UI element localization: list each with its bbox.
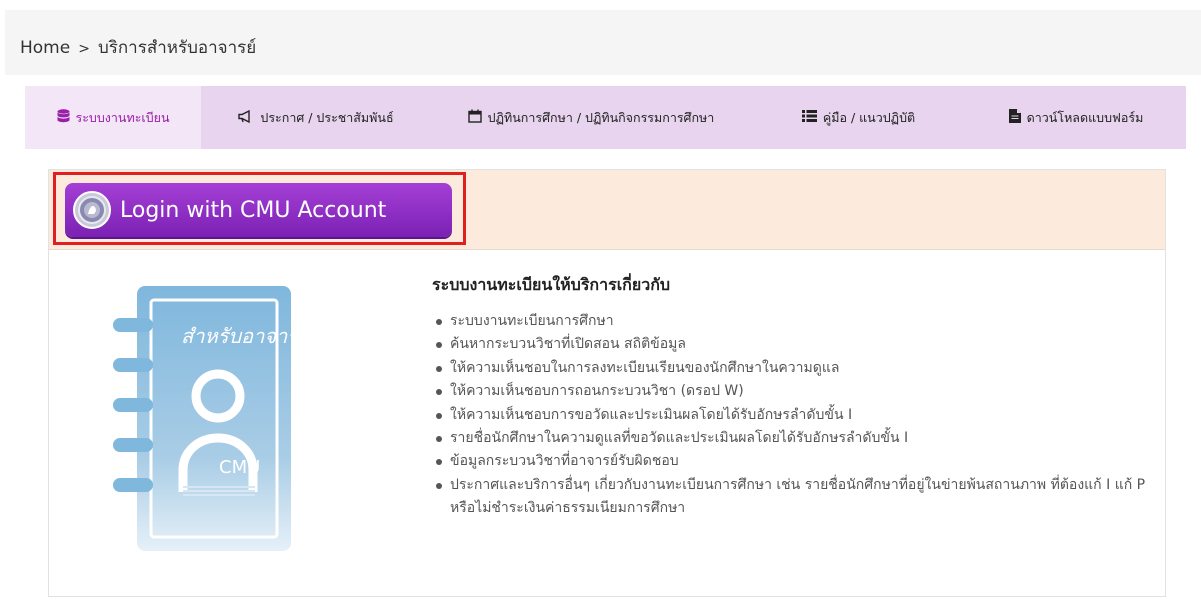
illustration-brand: CMU bbox=[219, 457, 261, 478]
breadcrumb: Home > บริการสำหรับอาจารย์ bbox=[20, 34, 256, 61]
tab-download-forms[interactable]: ดาวน์โหลดแบบฟอร์ม bbox=[966, 86, 1186, 149]
content-panel: Login with CMU Account สำหรับอาจารย์ CMU… bbox=[48, 169, 1166, 597]
file-icon bbox=[1008, 109, 1021, 126]
calendar-icon bbox=[467, 109, 482, 126]
service-list: ระบบงานทะเบียนการศึกษา ค้นหากระบวนวิชาที… bbox=[432, 310, 1152, 521]
tab-registration[interactable]: ระบบงานทะเบียน bbox=[25, 86, 201, 149]
database-icon bbox=[57, 109, 70, 126]
list-item: ระบบงานทะเบียนการศึกษา bbox=[432, 310, 1152, 333]
tab-calendar[interactable]: ปฏิทินการศึกษา / ปฏิทินกิจกรรมการศึกษา bbox=[431, 86, 751, 149]
tab-download-forms-label: ดาวน์โหลดแบบฟอร์ม bbox=[1026, 109, 1144, 125]
megaphone-icon bbox=[238, 109, 254, 126]
breadcrumb-bar: Home > บริการสำหรับอาจารย์ bbox=[5, 10, 1201, 75]
list-item: ข้อมูลกระบวนวิชาที่อาจารย์รับผิดชอบ bbox=[432, 450, 1152, 473]
login-cmu-button[interactable]: Login with CMU Account bbox=[65, 183, 452, 237]
list-item: ค้นหากระบวนวิชาที่เปิดสอน สถิติข้อมูล bbox=[432, 333, 1152, 356]
tab-bar: ระบบงานทะเบียน ประกาศ / ประชาสัมพันธ์ ปฏ… bbox=[25, 86, 1186, 149]
tab-announcements-label: ประกาศ / ประชาสัมพันธ์ bbox=[260, 109, 394, 125]
cmu-seal-icon bbox=[73, 191, 111, 229]
list-item: ให้ความเห็นชอบการถอนกระบวนวิชา (ดรอป W) bbox=[432, 380, 1152, 403]
illustration-label: สำหรับอาจารย์ bbox=[181, 324, 310, 348]
breadcrumb-separator: > bbox=[78, 41, 90, 57]
breadcrumb-current: บริการสำหรับอาจารย์ bbox=[97, 38, 257, 58]
tab-manuals[interactable]: คู่มือ / แนวปฏิบัติ bbox=[751, 86, 966, 149]
tab-announcements[interactable]: ประกาศ / ประชาสัมพันธ์ bbox=[201, 86, 431, 149]
tab-registration-label: ระบบงานทะเบียน bbox=[75, 109, 170, 125]
info-heading: ระบบงานทะเบียนให้บริการเกี่ยวกับ bbox=[432, 275, 671, 294]
list-item: ประกาศและบริการอื่นๆ เกี่ยวกับงานทะเบียน… bbox=[432, 474, 1152, 521]
list-item: ให้ความเห็นชอบในการลงทะเบียนเรียนของนักศ… bbox=[432, 357, 1152, 380]
login-band: Login with CMU Account bbox=[49, 170, 1165, 250]
list-item: รายชื่อนักศึกษาในความดูแลที่ขอวัดและประเ… bbox=[432, 427, 1152, 450]
info-section: ระบบงานทะเบียนให้บริการเกี่ยวกับ ระบบงาน… bbox=[432, 273, 1152, 521]
breadcrumb-home-link[interactable]: Home bbox=[20, 38, 70, 58]
tab-manuals-label: คู่มือ / แนวปฏิบัติ bbox=[822, 109, 916, 125]
list-item: ให้ความเห็นชอบการขอวัดและประเมินผลโดยได้… bbox=[432, 404, 1152, 427]
tab-calendar-label: ปฏิทินการศึกษา / ปฏิทินกิจกรรมการศึกษา bbox=[487, 109, 715, 125]
list-icon bbox=[801, 110, 817, 125]
login-button-label: Login with CMU Account bbox=[120, 197, 387, 223]
